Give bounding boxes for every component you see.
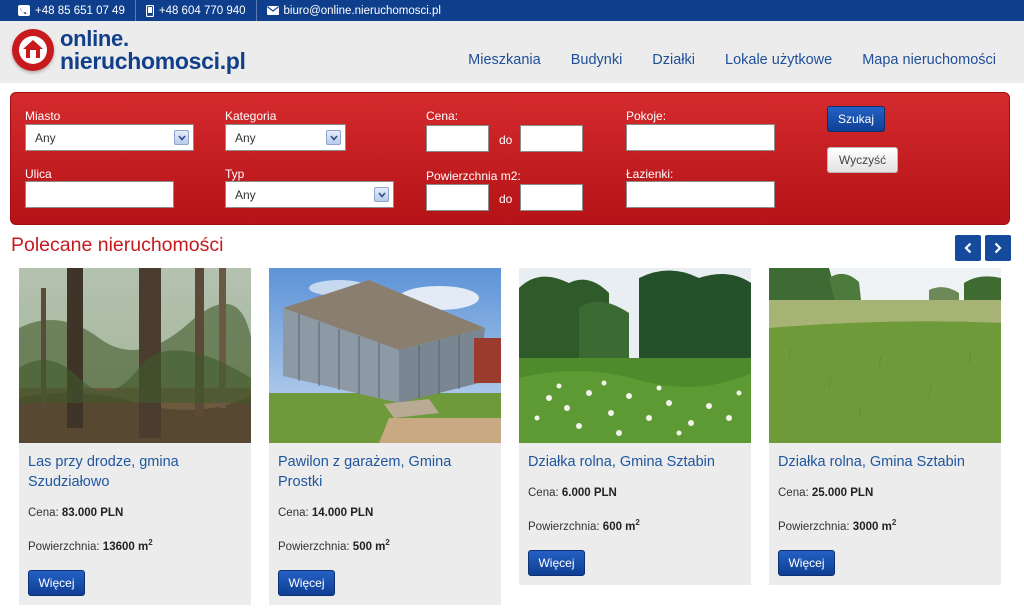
miasto-select[interactable]: Any: [25, 124, 194, 151]
card-area: Powierzchnia: 600 m2: [528, 518, 640, 533]
card-title[interactable]: Pawilon z garażem, Gmina Prostki: [269, 443, 501, 492]
kategoria-select[interactable]: Any: [225, 124, 346, 151]
nav-mieszkania[interactable]: Mieszkania: [468, 52, 541, 68]
property-card: Las przy drodze, gmina Szudziałowo Cena:…: [19, 268, 251, 605]
contact-mobile[interactable]: +48 604 770 940: [145, 0, 257, 21]
more-button[interactable]: Więcej: [28, 570, 85, 596]
property-cards: Las przy drodze, gmina Szudziałowo Cena:…: [19, 268, 1001, 605]
nav-dzialki[interactable]: Działki: [652, 52, 695, 68]
nav-lokale-uzytkowe[interactable]: Lokale użytkowe: [725, 52, 832, 68]
typ-label: Typ: [225, 167, 245, 181]
mobile-icon: [145, 4, 154, 17]
more-button[interactable]: Więcej: [778, 550, 835, 576]
typ-select[interactable]: Any: [225, 181, 394, 208]
powierzchnia-do-label: do: [499, 192, 513, 206]
search-panel: Miasto Any Kategoria Any Cena: do Pokoje…: [10, 92, 1010, 225]
contact-email-text: biuro@online.nieruchomosci.pl: [283, 4, 441, 17]
cena-label: Cena:: [426, 109, 459, 123]
lazienki-input[interactable]: [626, 181, 775, 208]
card-price: Cena: 14.000 PLN: [278, 507, 374, 519]
pavilion-photo[interactable]: [269, 268, 501, 443]
search-button[interactable]: Szukaj: [827, 106, 885, 132]
carousel-controls: [955, 235, 1011, 261]
card-area: Powierzchnia: 13600 m2: [28, 538, 153, 553]
phone-icon: [18, 5, 30, 16]
field-photo[interactable]: [769, 268, 1001, 443]
powierzchnia-max-input[interactable]: [520, 184, 583, 211]
card-title[interactable]: Działka rolna, Gmina Sztabin: [519, 443, 751, 472]
site-logo[interactable]: online. nieruchomosci.pl: [12, 26, 246, 74]
ulica-label: Ulica: [25, 167, 52, 181]
envelope-icon: [266, 6, 279, 15]
pokoje-input[interactable]: [626, 124, 775, 151]
property-card: Działka rolna, Gmina Sztabin Cena: 6.000…: [519, 268, 751, 585]
powierzchnia-min-input[interactable]: [426, 184, 489, 211]
lazienki-label: Łazienki:: [626, 167, 674, 181]
card-price: Cena: 25.000 PLN: [778, 487, 874, 499]
contact-email[interactable]: biuro@online.nieruchomosci.pl: [266, 0, 451, 21]
site-header: online. nieruchomosci.pl Mieszkania Budy…: [0, 21, 1024, 83]
card-price: Cena: 6.000 PLN: [528, 487, 617, 499]
featured-title: Polecane nieruchomości: [11, 234, 224, 256]
card-price: Cena: 83.000 PLN: [28, 507, 124, 519]
card-area: Powierzchnia: 3000 m2: [778, 518, 897, 533]
miasto-label: Miasto: [25, 109, 61, 123]
dropdown-arrow-icon: [174, 130, 189, 145]
pokoje-label: Pokoje:: [626, 109, 667, 123]
cena-max-input[interactable]: [520, 125, 583, 152]
ulica-input[interactable]: [25, 181, 174, 208]
card-area: Powierzchnia: 500 m2: [278, 538, 390, 553]
kategoria-select-value: Any: [235, 130, 256, 145]
chevron-left-icon[interactable]: [955, 235, 981, 261]
miasto-select-value: Any: [35, 130, 56, 145]
meadow-photo[interactable]: [519, 268, 751, 443]
card-title[interactable]: Działka rolna, Gmina Sztabin: [769, 443, 1001, 472]
card-title[interactable]: Las przy drodze, gmina Szudziałowo: [19, 443, 251, 492]
chevron-right-icon[interactable]: [985, 235, 1011, 261]
contact-phone[interactable]: +48 85 651 07 49: [18, 0, 136, 21]
house-logo-icon: [12, 29, 54, 71]
property-card: Działka rolna, Gmina Sztabin Cena: 25.00…: [769, 268, 1001, 585]
contact-phone-text: +48 85 651 07 49: [35, 4, 125, 17]
contact-bar: +48 85 651 07 49 +48 604 770 940 biuro@o…: [0, 0, 1024, 21]
property-card: Pawilon z garażem, Gmina Prostki Cena: 1…: [269, 268, 501, 605]
cena-do-label: do: [499, 133, 513, 147]
powierzchnia-label: Powierzchnia m2:: [426, 169, 521, 183]
contact-mobile-text: +48 604 770 940: [158, 4, 246, 17]
nav-budynki[interactable]: Budynki: [571, 52, 623, 68]
more-button[interactable]: Więcej: [528, 550, 585, 576]
logo-text: online. nieruchomosci.pl: [60, 26, 246, 74]
kategoria-label: Kategoria: [225, 109, 277, 123]
cena-min-input[interactable]: [426, 125, 489, 152]
main-nav: Mieszkania Budynki Działki Lokale użytko…: [468, 52, 996, 68]
nav-mapa-nieruchomosci[interactable]: Mapa nieruchomości: [862, 52, 996, 68]
forest-photo[interactable]: [19, 268, 251, 443]
dropdown-arrow-icon: [374, 187, 389, 202]
more-button[interactable]: Więcej: [278, 570, 335, 596]
typ-select-value: Any: [235, 187, 256, 202]
clear-button[interactable]: Wyczyść: [827, 147, 898, 173]
dropdown-arrow-icon: [326, 130, 341, 145]
